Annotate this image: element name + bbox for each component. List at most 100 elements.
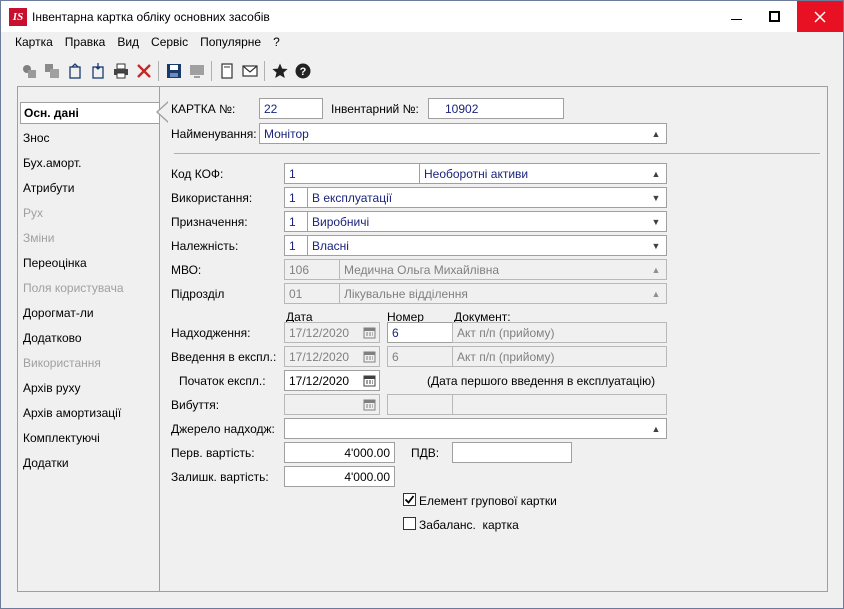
- card-no-label: КАРТКА №:: [171, 102, 236, 116]
- tab-revaluation[interactable]: Переоцінка: [23, 252, 159, 274]
- paste-button[interactable]: [40, 60, 63, 82]
- tab-attributes[interactable]: Атрибути: [23, 177, 159, 199]
- inventory-no-label: Інвентарний №:: [331, 102, 419, 116]
- export-button[interactable]: [63, 60, 86, 82]
- initial-cost-field[interactable]: 4'000.00: [284, 442, 395, 463]
- expand-up-icon[interactable]: ▲: [650, 128, 662, 140]
- close-icon: [814, 10, 826, 23]
- residual-cost-field[interactable]: 4'000.00: [284, 466, 395, 487]
- kof-name-value: Необоротні активи: [424, 166, 529, 181]
- department-name-field: Лікувальне відділення ▲: [339, 283, 667, 304]
- calendar-icon: [363, 399, 376, 411]
- commission-date-value: 17/12/2020: [289, 349, 350, 364]
- maximize-button[interactable]: [759, 1, 789, 32]
- vat-field[interactable]: [452, 442, 572, 463]
- group-card-label: Елемент групової картки: [419, 494, 557, 508]
- calendar-icon[interactable]: [363, 374, 376, 387]
- chevron-down-icon[interactable]: ▼: [650, 240, 662, 252]
- delete-button[interactable]: [132, 60, 155, 82]
- mail-button[interactable]: [238, 60, 261, 82]
- toolbar-separator: [264, 61, 265, 81]
- kof-label: Код КОФ:: [171, 167, 224, 181]
- divider: [174, 153, 820, 154]
- usage-code-field[interactable]: 1: [284, 187, 308, 208]
- tab-precious-materials[interactable]: Дорогмат-ли: [23, 302, 159, 324]
- ownership-select[interactable]: Власні ▼: [307, 235, 667, 256]
- purpose-value: Виробничі: [312, 214, 370, 229]
- kof-name-field[interactable]: Необоротні активи ▲: [419, 163, 667, 184]
- tab-attachments[interactable]: Додатки: [23, 452, 159, 474]
- app-logo-icon: IS: [9, 7, 27, 26]
- toolbar: ?: [1, 57, 843, 85]
- receipt-label: Надходження:: [171, 326, 251, 340]
- minimize-icon: [730, 19, 742, 20]
- receipt-date-field: 17/12/2020: [284, 322, 380, 343]
- favorites-button[interactable]: [268, 60, 291, 82]
- menu-popular[interactable]: Популярне: [194, 35, 267, 49]
- group-card-checkbox[interactable]: [403, 493, 416, 506]
- purpose-code-field[interactable]: 1: [284, 211, 308, 232]
- menu-help[interactable]: ?: [267, 35, 286, 49]
- inventory-no-field[interactable]: 10902: [428, 98, 564, 119]
- disposal-number-field: [387, 394, 453, 415]
- purpose-select[interactable]: Виробничі ▼: [307, 211, 667, 232]
- copy-icon: [22, 65, 36, 78]
- monitor-button[interactable]: [185, 60, 208, 82]
- start-date-value: 17/12/2020: [289, 373, 350, 388]
- usage-value: В експлуатації: [312, 190, 393, 205]
- receipt-document-field: Акт п/п (прийому): [452, 322, 667, 343]
- help-button[interactable]: ?: [291, 60, 314, 82]
- print-icon: [113, 63, 128, 79]
- name-value: Монітор: [264, 126, 309, 141]
- expand-up-icon[interactable]: ▲: [650, 423, 662, 435]
- usage-label: Використання:: [171, 191, 253, 205]
- usage-select[interactable]: В експлуатації ▼: [307, 187, 667, 208]
- purpose-label: Призначення:: [171, 215, 248, 229]
- minimize-button[interactable]: [721, 1, 751, 32]
- receipt-number-field[interactable]: 6: [387, 322, 453, 343]
- tab-movement-archive[interactable]: Архів руху: [23, 377, 159, 399]
- monitor-icon: [189, 65, 204, 78]
- card-no-field[interactable]: 22: [259, 98, 323, 119]
- tab-components[interactable]: Комплектуючі: [23, 427, 159, 449]
- chevron-down-icon[interactable]: ▼: [650, 192, 662, 204]
- menu-edit[interactable]: Правка: [59, 35, 112, 49]
- toolbar-separator: [211, 61, 212, 81]
- commission-number-field: 6: [387, 346, 453, 367]
- menu-card[interactable]: Картка: [9, 35, 59, 49]
- expand-up-icon[interactable]: ▲: [650, 168, 662, 180]
- tab-changes: Зміни: [23, 231, 55, 245]
- residual-cost-label: Залишк. вартість:: [171, 470, 269, 484]
- mvo-name-value: Медична Ольга Михайлівна: [344, 262, 499, 277]
- offbalance-checkbox[interactable]: [403, 517, 416, 530]
- start-date-field[interactable]: 17/12/2020: [284, 370, 380, 391]
- kof-code-field[interactable]: 1: [284, 163, 420, 184]
- name-field[interactable]: Монітор ▲: [259, 123, 667, 144]
- close-button[interactable]: [797, 1, 843, 32]
- save-button[interactable]: [162, 60, 185, 82]
- tab-additional[interactable]: Додатково: [23, 327, 159, 349]
- ownership-label: Належність:: [171, 239, 239, 253]
- disposal-label: Вибуття:: [171, 398, 220, 412]
- document-button[interactable]: [215, 60, 238, 82]
- tab-usage: Використання: [23, 356, 101, 370]
- receipt-date-value: 17/12/2020: [289, 325, 350, 340]
- copy-button[interactable]: [17, 60, 40, 82]
- maximize-icon: [768, 11, 780, 22]
- department-label: Підрозділ: [171, 287, 225, 301]
- initial-cost-label: Перв. вартість:: [171, 446, 255, 460]
- chevron-down-icon[interactable]: ▼: [650, 216, 662, 228]
- tab-depreciation[interactable]: Знос: [23, 127, 159, 149]
- print-button[interactable]: [109, 60, 132, 82]
- source-field[interactable]: ▲: [284, 418, 667, 439]
- paste-icon: [44, 64, 59, 78]
- tab-accounting-amortization[interactable]: Бух.аморт.: [23, 152, 159, 174]
- menu-service[interactable]: Сервіс: [145, 35, 194, 49]
- menu-view[interactable]: Вид: [111, 35, 145, 49]
- tab-main-data[interactable]: Осн. дані: [20, 102, 159, 124]
- title-bar: IS Інвентарна картка обліку основних зас…: [1, 1, 843, 32]
- tab-amortization-archive[interactable]: Архів амортизації: [23, 402, 159, 424]
- ownership-code-field[interactable]: 1: [284, 235, 308, 256]
- import-button[interactable]: [86, 60, 109, 82]
- mvo-label: МВО:: [171, 263, 202, 277]
